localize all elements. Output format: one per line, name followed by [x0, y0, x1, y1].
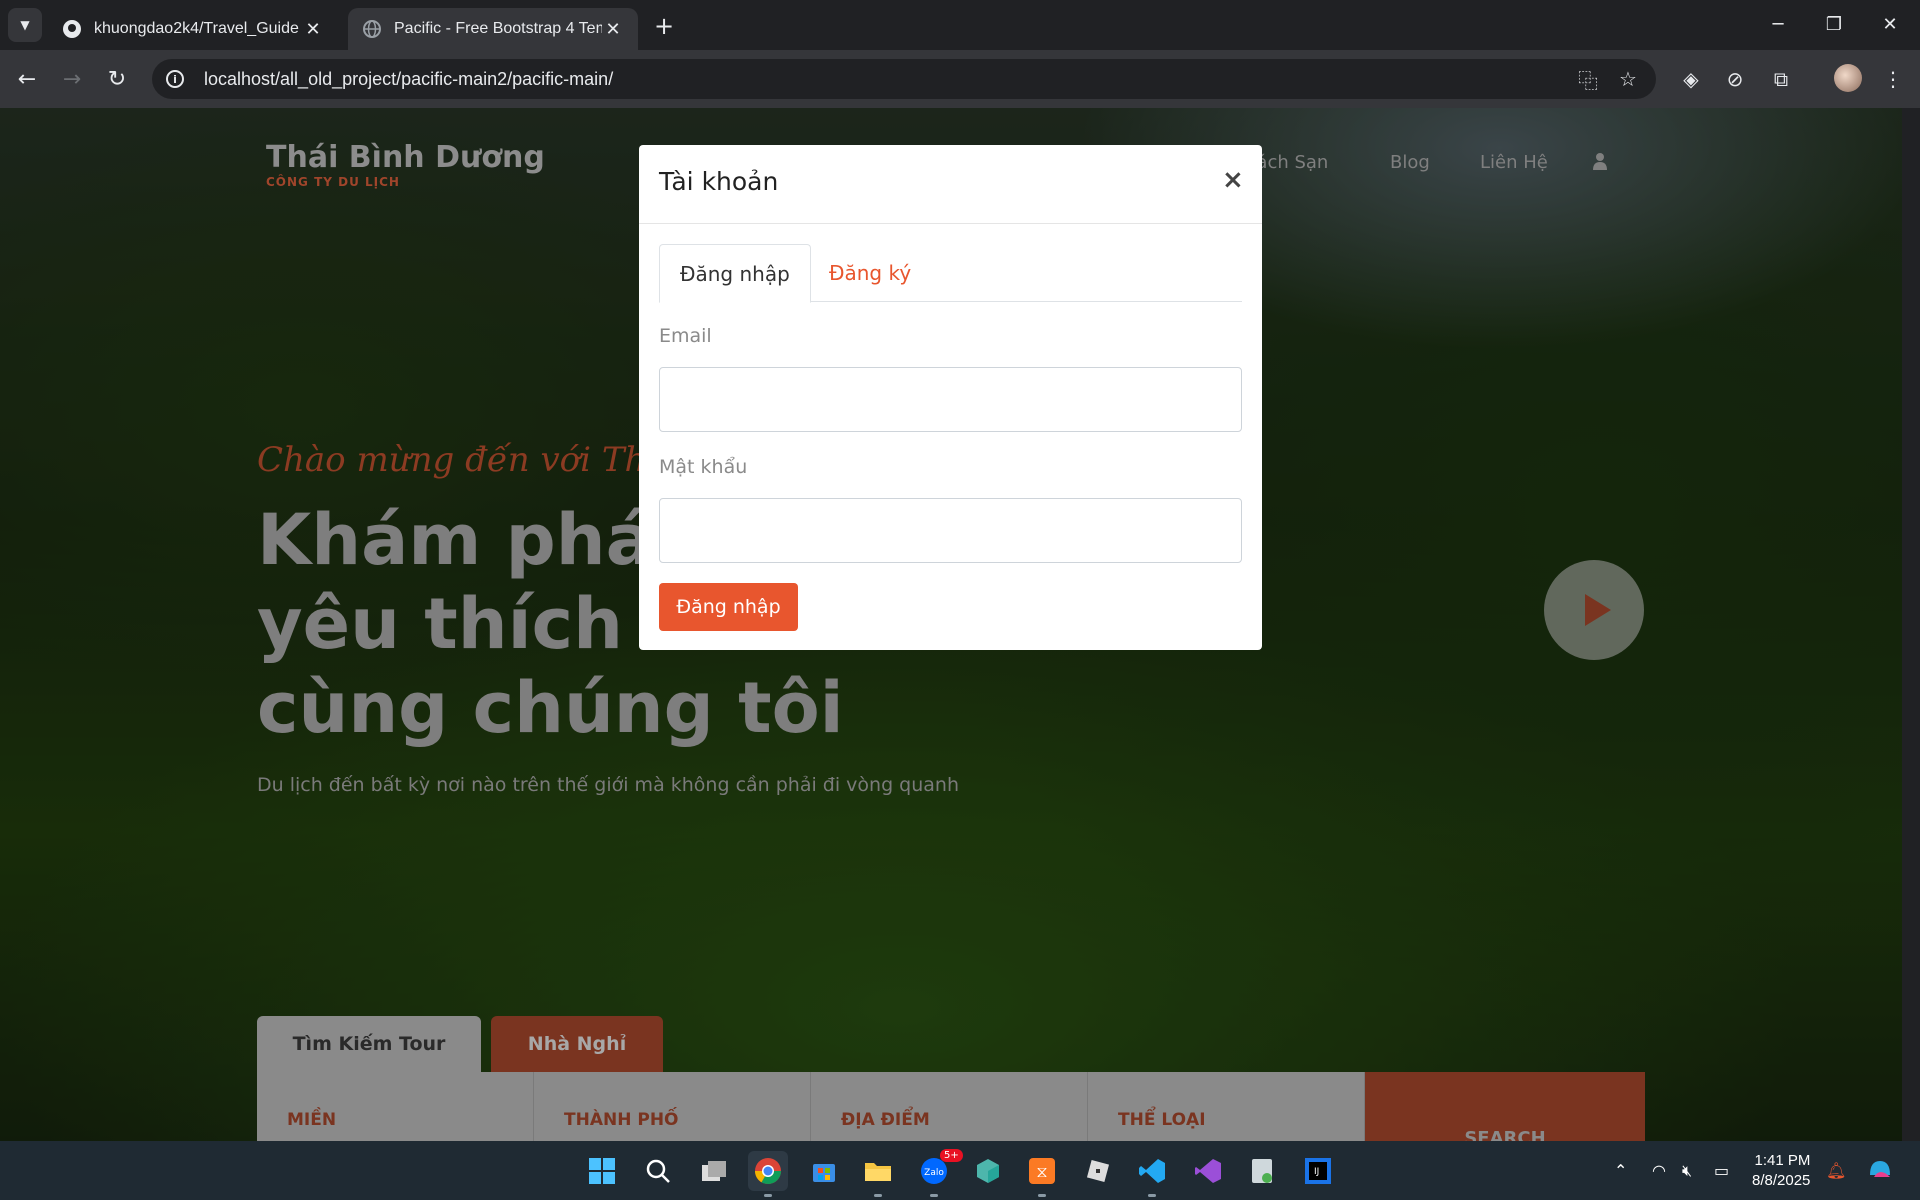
- profile-avatar[interactable]: [1834, 64, 1862, 92]
- github-icon: [62, 19, 82, 39]
- visual-studio-icon[interactable]: [1188, 1151, 1228, 1191]
- search-button[interactable]: SEARCH: [1365, 1072, 1645, 1141]
- browser-toolbar: ← → ↻ i localhost/all_old_project/pacifi…: [0, 50, 1920, 108]
- wifi-icon[interactable]: ◠: [1652, 1161, 1666, 1180]
- running-indicator: [930, 1194, 938, 1197]
- running-indicator: [874, 1194, 882, 1197]
- extensions-puzzle-icon[interactable]: ⧉: [1766, 64, 1796, 94]
- translate-icon[interactable]: ⿻: [1576, 67, 1600, 93]
- password-label: Mật khẩu: [659, 456, 748, 478]
- menu-dots-icon[interactable]: ⋮: [1878, 64, 1908, 94]
- extension-copilot-icon[interactable]: ◈: [1676, 64, 1706, 94]
- volume-muted-icon[interactable]: 🔇︎: [1682, 1161, 1692, 1181]
- new-tab-button[interactable]: +: [650, 12, 678, 40]
- nav-contact[interactable]: Liên Hệ: [1480, 152, 1548, 173]
- zalo-icon[interactable]: Zalo 5+: [914, 1149, 963, 1197]
- vscode-icon[interactable]: [1132, 1151, 1172, 1197]
- email-field[interactable]: [659, 367, 1242, 432]
- clock[interactable]: 1:41 PM 8/8/2025: [1752, 1151, 1810, 1191]
- page-scrollbar[interactable]: [1902, 108, 1920, 1141]
- tab-title: Pacific - Free Bootstrap 4 Templ: [394, 20, 602, 37]
- minimize-icon[interactable]: ─: [1754, 8, 1802, 40]
- running-indicator: [1038, 1194, 1046, 1197]
- svg-text:IJ: IJ: [1314, 1167, 1319, 1177]
- svg-text:⧖: ⧖: [1036, 1162, 1047, 1181]
- running-indicator: [764, 1194, 772, 1197]
- reload-icon[interactable]: ↻: [100, 62, 134, 96]
- login-button[interactable]: Đăng nhập: [659, 583, 798, 631]
- tab-search-button[interactable]: ▼: [8, 8, 42, 42]
- search-tabs: Tìm Kiếm Tour Nhà Nghỉ: [257, 1016, 663, 1072]
- close-icon[interactable]: ×: [1222, 165, 1244, 195]
- account-modal: Tài khoản × Đăng nhập Đăng ký Email Mật …: [639, 145, 1262, 650]
- brand-name: Thái Bình Dương: [266, 140, 545, 175]
- brand-tagline: CÔNG TY DU LỊCH: [266, 175, 400, 189]
- window-close-icon[interactable]: ✕: [1866, 8, 1914, 40]
- chevron-up-icon[interactable]: ⌃: [1614, 1161, 1627, 1180]
- clock-date: 8/8/2025: [1752, 1172, 1811, 1189]
- tab-title: khuongdao2k4/Travel_Guide: [94, 20, 299, 37]
- field-location[interactable]: ĐỊA ĐIỂM: [811, 1072, 1088, 1141]
- field-category[interactable]: THỂ LOẠI: [1088, 1072, 1365, 1141]
- email-label: Email: [659, 325, 712, 347]
- site-info-icon[interactable]: i: [166, 70, 184, 88]
- tab-register[interactable]: Đăng ký: [809, 244, 931, 302]
- hero-welcome: Chào mừng đến với Thá: [257, 440, 667, 480]
- forward-icon[interactable]: →: [55, 62, 89, 96]
- tab-github[interactable]: khuongdao2k4/Travel_Guide ✕: [48, 8, 338, 50]
- restore-icon[interactable]: ❐: [1810, 8, 1858, 40]
- taskbar: Zalo 5+ ⧖ IJ ⌃ ◠ 🔇︎ ▭ 1:41 PM 8/8/2025 🔔…: [0, 1141, 1920, 1200]
- password-field[interactable]: [659, 498, 1242, 563]
- copilot-icon[interactable]: [1866, 1155, 1894, 1187]
- notification-badge: 5+: [940, 1149, 963, 1162]
- address-bar[interactable]: i localhost/all_old_project/pacific-main…: [152, 59, 1656, 99]
- store-icon[interactable]: [804, 1151, 844, 1191]
- notepad-icon[interactable]: [1242, 1151, 1282, 1191]
- search-bar: MIỀN THÀNH PHỐ ĐỊA ĐIỂM THỂ LOẠI SEARCH: [257, 1072, 1645, 1141]
- windows-start-icon[interactable]: [582, 1151, 622, 1191]
- modal-header: Tài khoản ×: [639, 145, 1262, 224]
- tab-login[interactable]: Đăng nhập: [659, 244, 811, 303]
- nav-blog[interactable]: Blog: [1390, 152, 1430, 173]
- extension-compass-icon[interactable]: ⊘: [1720, 64, 1750, 94]
- site-brand[interactable]: Thái Bình Dương CÔNG TY DU LỊCH: [266, 140, 545, 189]
- svg-text:Zalo: Zalo: [924, 1168, 944, 1178]
- intellij-icon[interactable]: IJ: [1298, 1151, 1338, 1191]
- globe-icon: [362, 19, 382, 39]
- running-indicator: [1148, 1194, 1156, 1197]
- field-city[interactable]: THÀNH PHỐ: [534, 1072, 811, 1141]
- tab-hostel[interactable]: Nhà Nghỉ: [491, 1016, 663, 1072]
- field-region[interactable]: MIỀN: [257, 1072, 534, 1141]
- cube-app-icon[interactable]: [968, 1151, 1008, 1191]
- tab-pacific[interactable]: Pacific - Free Bootstrap 4 Templ ✕: [348, 8, 638, 50]
- clock-time: 1:41 PM: [1754, 1152, 1811, 1169]
- file-explorer-icon[interactable]: [858, 1151, 898, 1197]
- battery-icon[interactable]: ▭: [1714, 1161, 1729, 1180]
- hero-title-line: cùng chúng tôi: [257, 667, 844, 749]
- modal-title: Tài khoản: [659, 167, 779, 196]
- hero-subtitle: Du lịch đến bất kỳ nơi nào trên thế giới…: [257, 774, 960, 796]
- roblox-icon[interactable]: [1078, 1151, 1118, 1191]
- url-text: localhost/all_old_project/pacific-main2/…: [204, 68, 614, 89]
- bookmark-star-icon[interactable]: ☆: [1616, 67, 1640, 91]
- tab-strip: ▼ khuongdao2k4/Travel_Guide ✕ Pacific - …: [0, 0, 1920, 50]
- play-icon: [1585, 594, 1611, 626]
- modal-tabs: Đăng nhập Đăng ký: [659, 244, 1242, 303]
- xampp-icon[interactable]: ⧖: [1022, 1151, 1062, 1197]
- task-view-icon[interactable]: [694, 1151, 734, 1191]
- tab-tour-search[interactable]: Tìm Kiếm Tour: [257, 1016, 481, 1072]
- search-icon[interactable]: [638, 1151, 678, 1191]
- chrome-icon[interactable]: [748, 1151, 788, 1197]
- user-icon[interactable]: [1592, 152, 1608, 175]
- play-video-button[interactable]: [1544, 560, 1644, 660]
- back-icon[interactable]: ←: [10, 62, 44, 96]
- tab-close-icon[interactable]: ✕: [302, 18, 324, 40]
- tab-close-icon[interactable]: ✕: [602, 18, 624, 40]
- notification-bell-icon[interactable]: 🔔︎: [1826, 1161, 1846, 1180]
